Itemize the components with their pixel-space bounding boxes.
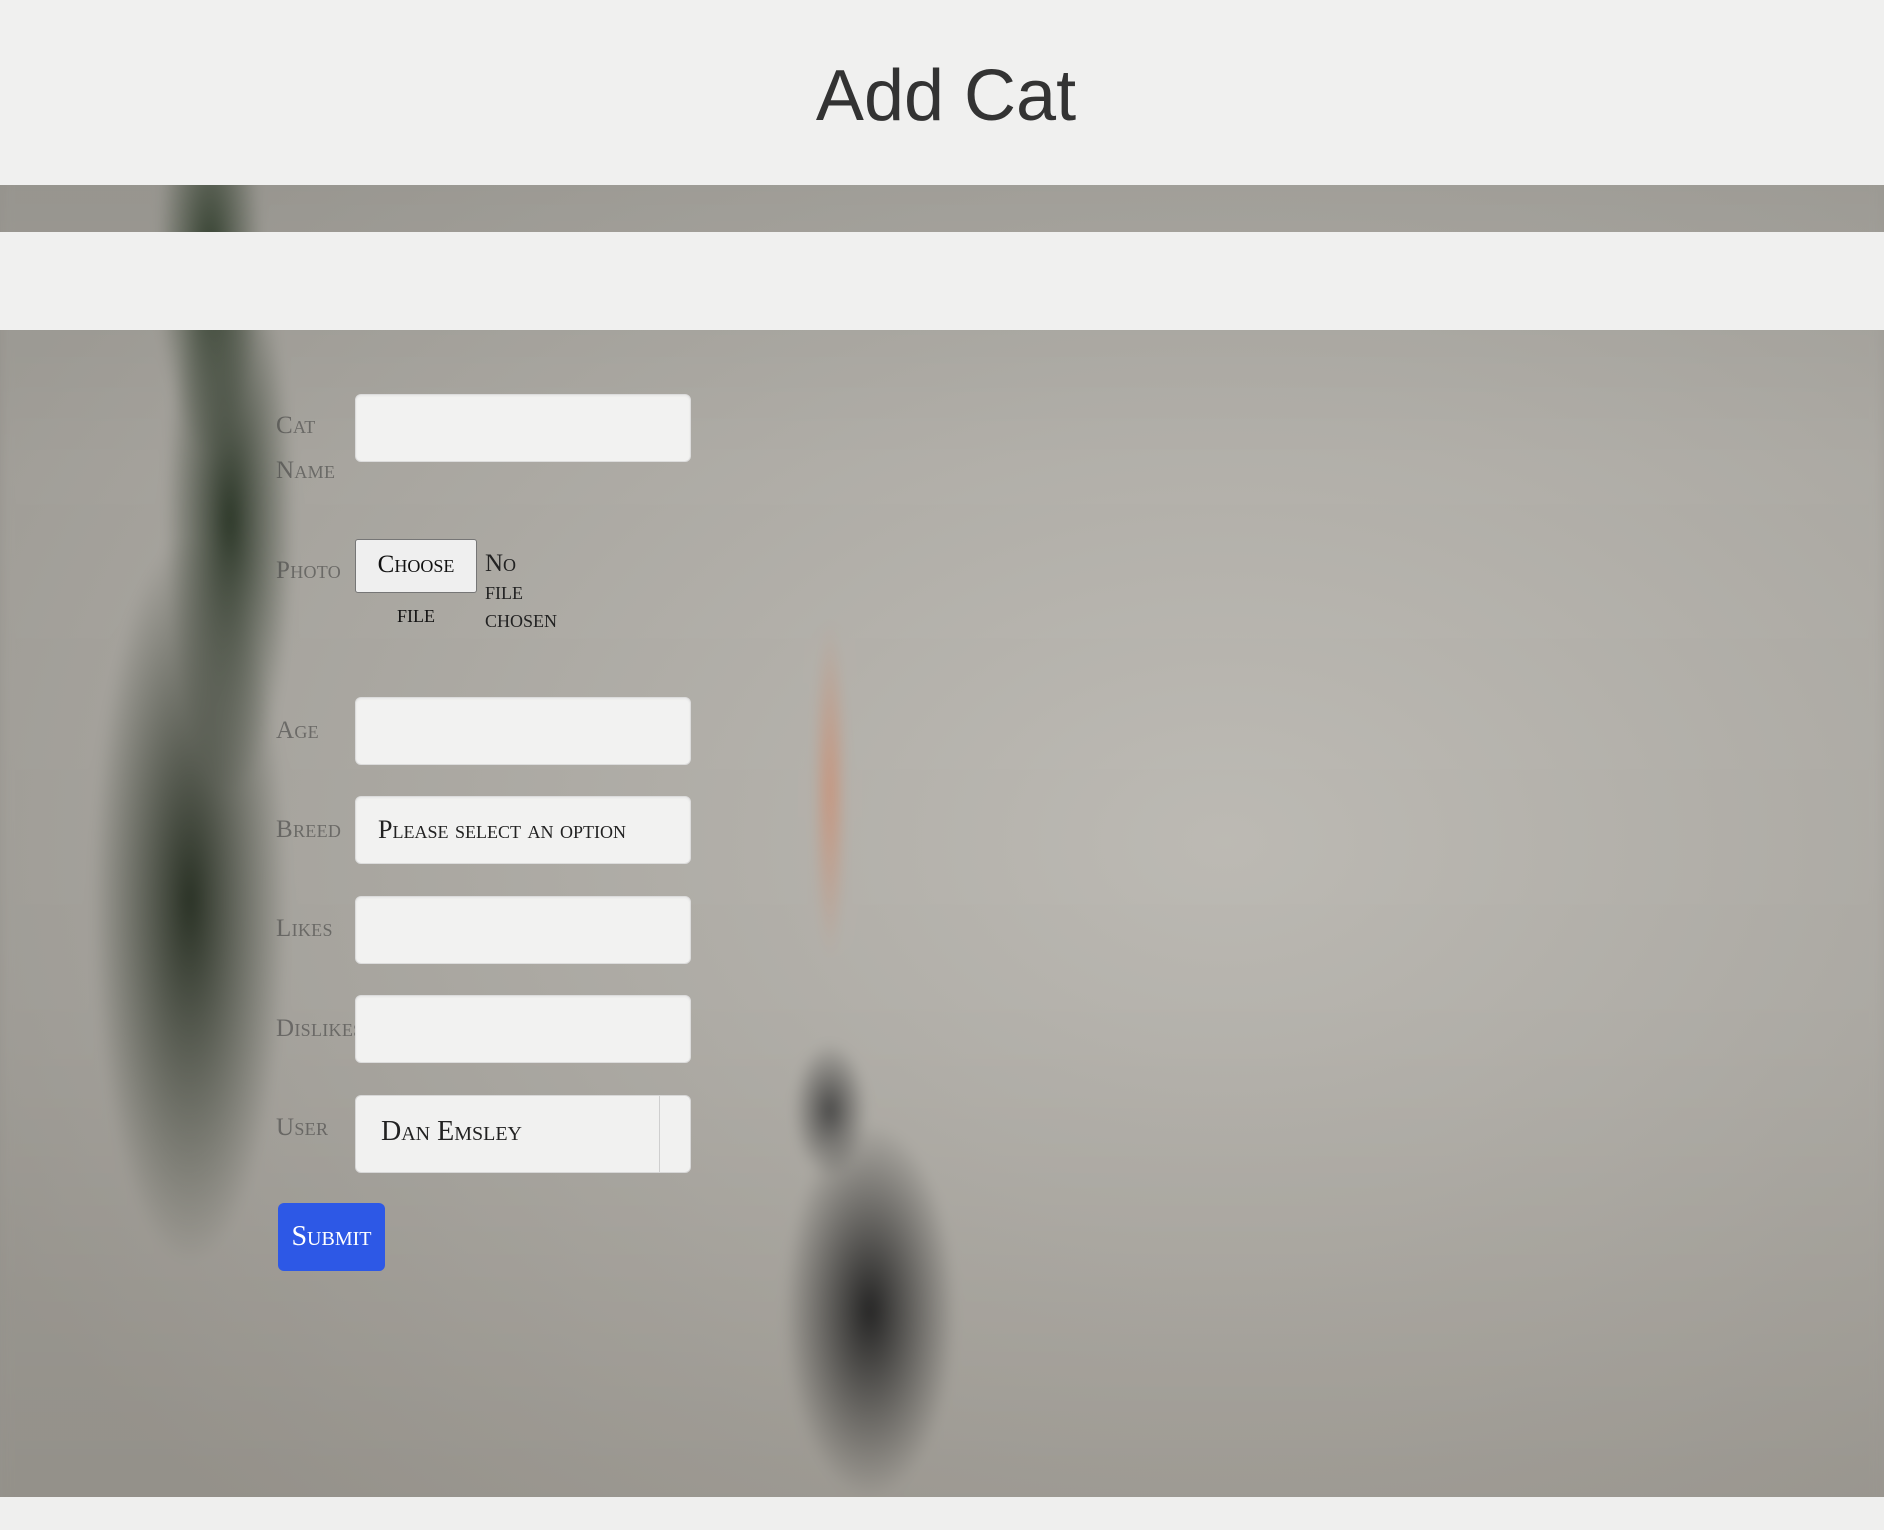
age-label: Age: [276, 717, 319, 744]
likes-label: Likes: [276, 915, 333, 942]
user-select-value: Dan Emsley: [381, 1116, 522, 1147]
choose-file-button[interactable]: Choose file: [355, 539, 477, 628]
dislikes-input[interactable]: [355, 995, 691, 1063]
breed-select-value: Please select an option: [378, 815, 626, 844]
file-status-text: No file chosen: [485, 550, 558, 633]
breed-label: Breed: [276, 816, 342, 843]
user-label: User: [276, 1114, 329, 1141]
user-select-divider: [659, 1096, 660, 1172]
footer-bar: [0, 1497, 1884, 1530]
age-input[interactable]: [355, 697, 691, 765]
likes-input[interactable]: [355, 896, 691, 964]
user-select[interactable]: Dan Emsley: [355, 1095, 691, 1173]
cat-name-label-line2: Name: [276, 457, 336, 484]
breed-select[interactable]: Please select an option: [355, 796, 691, 864]
dislikes-label: Dislikes: [276, 1015, 364, 1042]
page-title: Add Cat: [815, 56, 1077, 136]
photo-label: Photo: [276, 557, 342, 584]
cat-name-input[interactable]: [355, 394, 691, 462]
nav-bar: [0, 232, 1884, 330]
background-overlay: [0, 0, 1884, 1530]
cat-name-label-line1: Cat: [276, 412, 316, 439]
submit-button[interactable]: Submit: [278, 1203, 385, 1271]
